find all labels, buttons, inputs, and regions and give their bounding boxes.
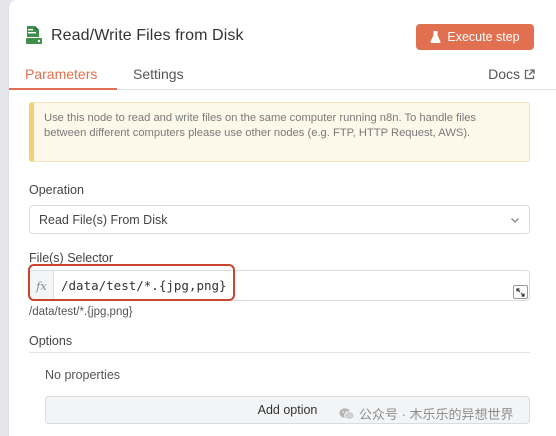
options-label: Options [29,334,73,348]
operation-label: Operation [29,183,84,197]
info-notice: Use this node to read and write files on… [29,102,530,162]
chevron-down-icon [511,218,519,223]
operation-value: Read File(s) From Disk [39,213,168,227]
execute-step-button[interactable]: Execute step [416,24,534,50]
no-properties-text: No properties [45,368,121,382]
docs-link[interactable]: Docs [488,66,535,82]
watermark: 公众号 · 木乐乐的异想世界 [339,404,514,423]
file-disk-icon [26,26,42,44]
file-selector-label: File(s) Selector [29,251,114,265]
active-tab-indicator [9,88,117,90]
operation-select[interactable]: Read File(s) From Disk [29,205,530,234]
node-panel: Read/Write Files from Disk Execute step … [8,0,556,436]
file-selector-input[interactable]: fx /data/test/*.{jpg,png} [29,270,530,301]
watermark-text: 公众号 · 木乐乐的异想世界 [359,407,514,422]
docs-label: Docs [488,66,520,82]
add-option-label: Add option [257,403,318,417]
execute-step-label: Execute step [447,30,520,44]
external-link-icon [524,68,535,79]
info-notice-text: Use this node to read and write files on… [44,112,477,139]
file-selector-expression: /data/test/*.{jpg,png} [61,278,227,293]
wechat-icon [339,407,355,420]
flask-icon [430,31,441,43]
fx-icon: fx [30,271,54,300]
node-header: Read/Write Files from Disk Execute step [9,0,556,58]
node-title: Read/Write Files from Disk [51,27,244,44]
tab-parameters[interactable]: Parameters [25,66,97,82]
options-divider [29,352,530,353]
resolved-expression-preview: /data/test/*.{jpg,png} [29,306,133,318]
tab-bar: Parameters Settings Docs [9,58,556,90]
expand-editor-button[interactable] [513,285,528,299]
expand-icon [516,287,525,297]
tab-settings[interactable]: Settings [133,66,184,82]
